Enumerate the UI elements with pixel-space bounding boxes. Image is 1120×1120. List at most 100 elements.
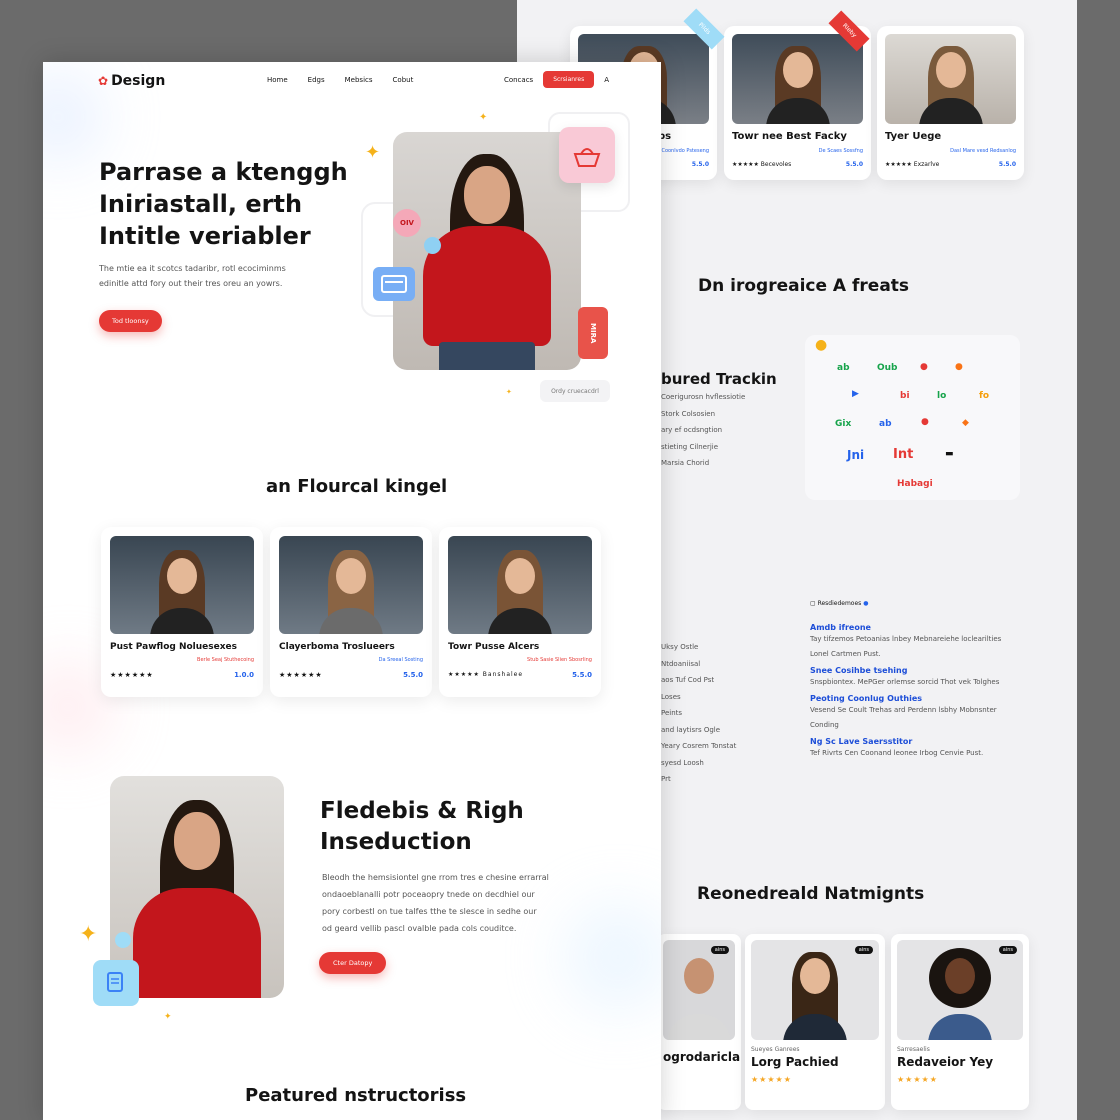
logo-icon: ✿ [98, 74, 109, 88]
integration-icon[interactable]: lo [937, 391, 946, 401]
integration-icon[interactable]: Int [893, 447, 913, 462]
hero-subtitle: The mtie ea it scotcs tadaribr, rotl eco… [99, 261, 319, 291]
course-card-subtitle: Berle Seaj Stuthecoing [197, 657, 254, 663]
feature-body: Bleodh the hemsisiontel gne rrom tres e … [322, 869, 549, 937]
integrations-title: Dn irogreaice A freats [698, 276, 910, 296]
course-card[interactable]: Towr Pusse Alcers Stub Sasie Slien Sbosr… [439, 527, 601, 697]
integration-icon[interactable]: fo [979, 391, 989, 401]
integration-icon[interactable]: ab [879, 419, 892, 429]
course-card-price: 5.5.0 [998, 161, 1016, 168]
mentor-tag: ains [854, 946, 873, 954]
mentor-tag: ains [998, 946, 1017, 954]
feature-title-line: Fledebis & Righ [320, 798, 524, 824]
course-card-title: Pust Pawflog Noluesexes [110, 642, 238, 652]
logo[interactable]: ✿ Design [98, 73, 165, 89]
feature-desc: Snspbiontex. MePGer orlemse sorcid Thot … [810, 678, 1000, 686]
integration-label: Habagi [897, 479, 933, 489]
courses-section-title: an Flourcal kingel [266, 476, 448, 497]
integration-icon[interactable]: ● [920, 362, 928, 372]
feature-dot [115, 932, 131, 948]
play-icon[interactable]: ▶ [852, 389, 859, 399]
mentor-card[interactable]: ains ogrodaricla [657, 934, 741, 1110]
nav-link[interactable]: Cobut [393, 76, 414, 84]
category-item[interactable]: Ntdoaniisal [661, 660, 736, 677]
feature-title[interactable]: Ng Sc Lave Saersstitor [810, 737, 1030, 746]
integration-icon[interactable]: ab [837, 363, 850, 373]
main-menu: Home Edgs Mebsics Cobut [267, 76, 413, 84]
mentor-label: Sueyes Ganrees [751, 1046, 800, 1053]
features-header: ▢ Resdiedemoes ● [810, 600, 869, 607]
mentor-photo: ains [663, 940, 735, 1040]
course-card-rating: ★★★★★★ [110, 671, 154, 679]
course-card-title: Towr nee Best Facky [732, 131, 847, 142]
course-card-photo [110, 536, 254, 634]
basket-icon [559, 127, 615, 183]
mentor-card[interactable]: ains Sueyes Ganrees Lorg Pachied ★★★★★ [745, 934, 885, 1110]
signup-button[interactable]: Scrsianres [543, 71, 595, 88]
feature-title[interactable]: Peoting Coonlug Outhies [810, 694, 1030, 703]
document-icon [93, 960, 139, 1006]
tracking-item: Stork Colsosien [661, 409, 716, 418]
mentor-name: Lorg Pachied [751, 1055, 839, 1069]
emoji-icon: ● [815, 337, 828, 353]
course-card-price: 5.5.0 [845, 161, 863, 168]
nav-link-home[interactable]: Home [267, 76, 288, 84]
search-icon[interactable]: A [604, 76, 609, 84]
mentor-rating: ★★★★★ [751, 1075, 792, 1084]
nav-link[interactable]: Mebsics [345, 76, 373, 84]
category-item[interactable]: aos Tuf Cod Pst [661, 676, 736, 693]
top-nav: ✿ Design Home Edgs Mebsics Cobut Concacs … [43, 62, 661, 98]
feature-title[interactable]: Snee Cosihbe tsehing [810, 666, 1030, 675]
feature-desc: Tay tifzemos Petoanias lnbey Mebnareiehe… [810, 635, 1002, 643]
hero-dot [424, 237, 441, 254]
category-item[interactable]: Prt [661, 775, 736, 792]
contacts-link[interactable]: Concacs [504, 76, 533, 84]
hero-title-line: Parrase a ktenggh [99, 158, 348, 186]
course-card-subtitle: Da Sreeal Sosting [378, 657, 423, 663]
feature-cta-button[interactable]: Cter Datopy [319, 952, 387, 974]
course-card-subtitle: Dasl Mare vesd Redsanlog [950, 148, 1016, 154]
category-item[interactable]: Loses [661, 693, 736, 710]
mentor-card[interactable]: ains Sarresaelis Redaveior Yey ★★★★★ [891, 934, 1029, 1110]
mentor-rating: ★★★★★ [897, 1075, 938, 1084]
nav-link[interactable]: Edgs [308, 76, 325, 84]
sparkle-icon: ✦ [79, 922, 98, 947]
course-card[interactable]: Pust Pawflog Noluesexes Berle Seaj Stuth… [101, 527, 263, 697]
course-card-photo [732, 34, 863, 124]
integration-icon[interactable]: Gix [835, 419, 851, 429]
integration-icon[interactable]: ▬ [945, 449, 954, 459]
integration-icon[interactable]: bi [900, 391, 910, 401]
category-item[interactable]: syesd Loosh [661, 759, 736, 776]
logo-text: Design [111, 73, 166, 89]
integration-icon[interactable]: Jni [847, 448, 864, 462]
instructors-section-title: Peatured nstructoriss [245, 1085, 467, 1106]
integration-icon[interactable]: ● [955, 362, 963, 372]
category-item[interactable]: and laytisrs Ogle [661, 726, 736, 743]
course-card[interactable]: Towr nee Best Facky De Scaes Sossfng ★★★… [724, 26, 871, 180]
mentor-tag: ains [710, 946, 729, 954]
course-card-photo [448, 536, 592, 634]
category-item[interactable]: Uksy Ostle [661, 643, 736, 660]
integration-icon[interactable]: Oub [877, 363, 898, 373]
hero-title-line: Intitle veriabler [99, 222, 311, 250]
sparkle-icon: ✦ [365, 142, 381, 163]
course-card-rating: ★★★★★★ [279, 671, 323, 679]
feature-title[interactable]: Amdb ifreone [810, 623, 1030, 632]
integration-icon[interactable]: ● [921, 417, 929, 427]
tracking-item: Coerigurosn hvflessiotie [661, 393, 746, 401]
integrations-icon-board: ● ab Oub ● ● ▶ bi lo fo Gix ab ● ◆ Jni I… [805, 335, 1020, 500]
course-card-rating: ★★★★★ Exzarlve [885, 161, 940, 168]
course-card-price: 5.5.0 [572, 671, 592, 679]
integration-icon[interactable]: ◆ [962, 418, 969, 428]
card-icon [373, 267, 415, 301]
course-card[interactable]: Tyer Uege Dasl Mare vesd Redsanlog ★★★★★… [877, 26, 1024, 180]
tracking-item: Marsia Chorid [661, 459, 710, 467]
course-card[interactable]: Clayerboma Troslueers Da Sreeal Sosting … [270, 527, 432, 697]
sparkle-icon: ✦ [506, 388, 512, 396]
hero-cta-button[interactable]: Tod tloonsy [99, 310, 162, 332]
category-item[interactable]: Yeary Cosrem Tonstat [661, 742, 736, 759]
features-description: ▢ Resdiedemoes ● Amdb ifreone Tay tifzem… [810, 600, 1030, 761]
category-item[interactable]: Peints [661, 709, 736, 726]
feature-body-line: od geard vellib pascl ovalble pada cols … [322, 924, 517, 933]
hero-title-line: Iniriastall, erth [99, 190, 303, 218]
